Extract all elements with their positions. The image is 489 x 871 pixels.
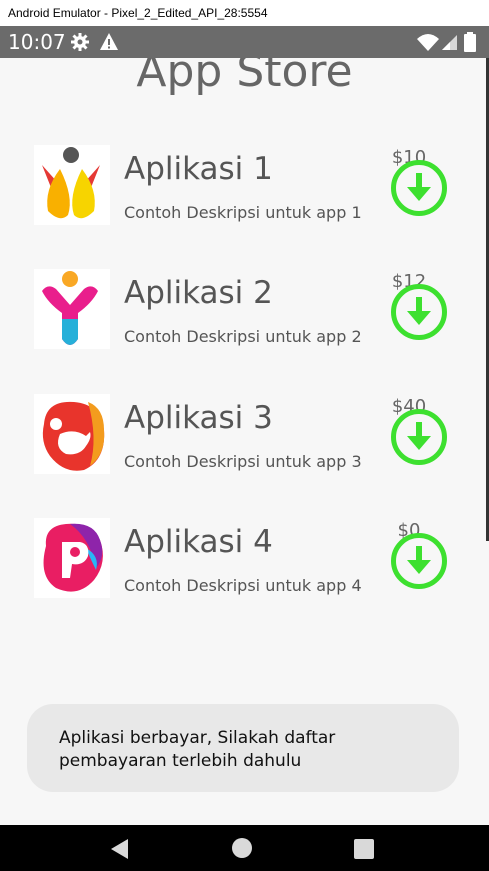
- status-time: 10:07: [8, 30, 66, 54]
- app-name: Aplikasi 4: [124, 524, 273, 560]
- app-description: Contoh Deskripsi untuk app 4: [124, 576, 362, 595]
- recents-icon[interactable]: [353, 838, 375, 860]
- app-description: Contoh Deskripsi untuk app 2: [124, 327, 362, 346]
- app-name: Aplikasi 3: [124, 400, 273, 436]
- app-logo-icon: [34, 269, 110, 349]
- gear-icon: [71, 33, 89, 51]
- home-icon[interactable]: [231, 837, 253, 859]
- page-title: App Store: [136, 58, 353, 97]
- status-bar: 10:07: [0, 26, 489, 58]
- app-logo-icon: [34, 145, 110, 225]
- app-screen: App Store Aplikasi 1 Contoh Deskripsi un…: [0, 58, 489, 825]
- app-logo-icon: [34, 518, 110, 598]
- toast-message: Aplikasi berbayar, Silakah daftar pembay…: [27, 704, 459, 792]
- list-item[interactable]: Aplikasi 1 Contoh Deskripsi untuk app 1 …: [0, 145, 489, 245]
- app-description: Contoh Deskripsi untuk app 1: [124, 203, 362, 222]
- back-icon[interactable]: [108, 837, 132, 861]
- download-icon[interactable]: [390, 532, 448, 590]
- download-icon[interactable]: [390, 283, 448, 341]
- app-description: Contoh Deskripsi untuk app 3: [124, 452, 362, 471]
- app-name: Aplikasi 2: [124, 275, 273, 311]
- app-logo-icon: [34, 394, 110, 474]
- app-name: Aplikasi 1: [124, 151, 273, 187]
- warning-icon: [100, 33, 118, 50]
- download-icon[interactable]: [390, 159, 448, 217]
- battery-icon: [464, 32, 476, 52]
- navigation-bar: [0, 825, 489, 871]
- emulator-window-title: Android Emulator - Pixel_2_Edited_API_28…: [0, 0, 489, 26]
- list-item[interactable]: Aplikasi 4 Contoh Deskripsi untuk app 4 …: [0, 518, 489, 618]
- download-icon[interactable]: [390, 408, 448, 466]
- signal-icon: [442, 35, 457, 50]
- wifi-icon: [417, 34, 439, 51]
- list-item[interactable]: Aplikasi 3 Contoh Deskripsi untuk app 3 …: [0, 394, 489, 494]
- list-item[interactable]: Aplikasi 2 Contoh Deskripsi untuk app 2 …: [0, 269, 489, 369]
